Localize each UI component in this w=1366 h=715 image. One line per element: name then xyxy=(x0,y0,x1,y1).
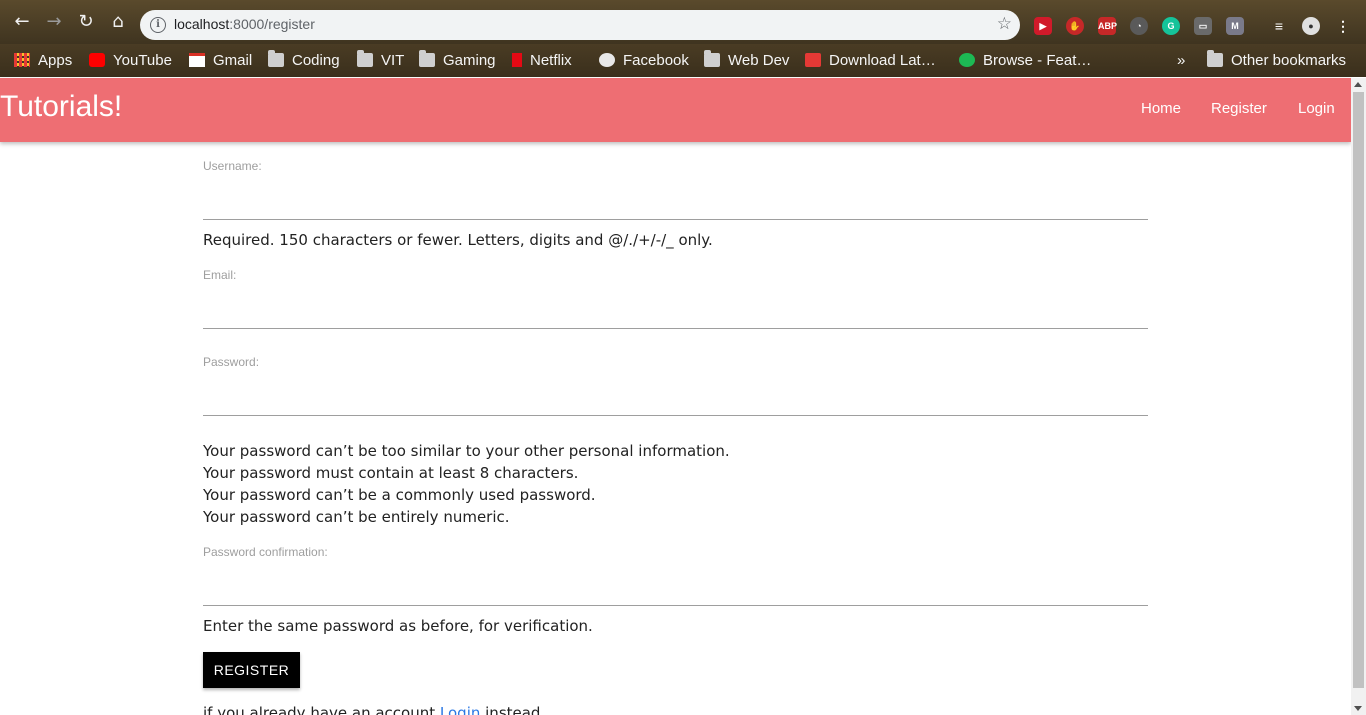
bookmark-label: Download Lat… xyxy=(829,52,936,69)
scroll-down-icon[interactable] xyxy=(1354,706,1362,711)
bookmark-label: YouTube xyxy=(113,52,172,69)
bookmark-gmail[interactable]: Gmail xyxy=(189,51,252,71)
folder-icon xyxy=(357,50,373,67)
nav-link-login[interactable]: Login xyxy=(1298,100,1335,117)
g-logo-icon xyxy=(805,53,821,67)
bookmark-label: Apps xyxy=(38,52,73,69)
password-help-2: Your password must contain at least 8 ch… xyxy=(203,464,579,482)
scroll-thumb[interactable] xyxy=(1353,92,1364,688)
password-label: Password: xyxy=(203,355,260,369)
site-navbar: Tutorials! Home Register Login xyxy=(0,78,1351,142)
bookmark-label: Other bookmarks xyxy=(1231,52,1347,69)
bookmark-label: Netflix xyxy=(530,52,572,69)
bookmark-star-icon[interactable]: ☆ xyxy=(997,14,1012,34)
url-path: :8000/register xyxy=(229,16,315,32)
register-button[interactable]: REGISTER xyxy=(203,652,300,688)
login-prompt: if you already have an account Login ins… xyxy=(203,704,540,715)
folder-icon xyxy=(268,50,284,67)
back-icon[interactable]: ← xyxy=(10,10,34,34)
other-bookmarks[interactable]: Other bookmarks xyxy=(1207,50,1347,71)
bookmark-netflix[interactable]: Netflix xyxy=(512,51,572,71)
bookmark-label: VIT xyxy=(381,52,405,69)
email-label: Email: xyxy=(203,268,237,282)
media-queue-icon[interactable]: ≡ xyxy=(1270,17,1288,35)
folder-icon xyxy=(704,50,720,67)
scroll-up-icon[interactable] xyxy=(1354,82,1362,87)
address-bar[interactable]: i localhost:8000/register ☆ xyxy=(140,10,1020,40)
login-link[interactable]: Login xyxy=(440,704,480,715)
extension-icon[interactable]: ▶ xyxy=(1034,17,1052,35)
apps-grid-icon xyxy=(14,53,30,67)
forward-icon[interactable]: → xyxy=(42,10,66,34)
bookmark-label: Gmail xyxy=(213,52,253,69)
abp-icon[interactable]: ABP xyxy=(1098,17,1117,35)
youtube-icon xyxy=(89,53,105,67)
profile-avatar[interactable]: ● xyxy=(1302,17,1320,35)
username-help: Required. 150 characters or fewer. Lette… xyxy=(203,231,713,249)
grammarly-icon[interactable]: G xyxy=(1162,17,1180,35)
bookmark-facebook[interactable]: Facebook xyxy=(599,51,689,71)
cast-icon[interactable]: ▭ xyxy=(1194,17,1212,35)
bookmark-spotify[interactable]: Browse - Feat… xyxy=(959,51,1091,71)
bookmark-label: Web Dev xyxy=(728,52,790,69)
bookmarks-bar: Apps YouTube Gmail Coding VIT Gaming Net… xyxy=(0,44,1366,77)
browser-toolbar: ← → ↻ ⌂ i localhost:8000/register ☆ ▶ ✋ … xyxy=(0,0,1366,44)
password-help-1: Your password can’t be too similar to yo… xyxy=(203,442,730,460)
bookmark-webdev[interactable]: Web Dev xyxy=(704,50,790,71)
bookmark-label: Coding xyxy=(292,52,340,69)
password-help-4: Your password can’t be entirely numeric. xyxy=(203,508,510,526)
bookmark-apps[interactable]: Apps xyxy=(14,51,72,71)
login-prompt-suffix: instead xyxy=(480,704,541,715)
nav-link-home[interactable]: Home xyxy=(1141,100,1181,117)
bookmark-youtube[interactable]: YouTube xyxy=(89,51,172,71)
extension-m-icon[interactable]: M xyxy=(1226,17,1244,35)
email-input[interactable] xyxy=(203,299,1148,329)
adblock-hand-icon[interactable]: ✋ xyxy=(1066,17,1084,35)
bookmark-coding[interactable]: Coding xyxy=(268,50,340,71)
login-prompt-prefix: if you already have an account xyxy=(203,704,440,715)
home-icon[interactable]: ⌂ xyxy=(106,10,130,34)
bookmark-label: Browse - Feat… xyxy=(983,52,1092,69)
folder-icon xyxy=(419,50,435,67)
gmail-icon xyxy=(189,53,205,67)
password-confirm-input[interactable] xyxy=(203,576,1148,606)
reload-icon[interactable]: ↻ xyxy=(74,10,98,34)
password-help-3: Your password can’t be a commonly used p… xyxy=(203,486,596,504)
url-host: localhost xyxy=(174,16,230,32)
password-confirm-help: Enter the same password as before, for v… xyxy=(203,617,593,635)
bookmark-gaming[interactable]: Gaming xyxy=(419,50,496,71)
menu-icon[interactable]: ⋮ xyxy=(1334,17,1352,35)
brand-logo[interactable]: Tutorials! xyxy=(0,90,122,124)
username-input[interactable] xyxy=(203,190,1148,220)
bookmark-label: Facebook xyxy=(623,52,689,69)
password-input[interactable] xyxy=(203,386,1148,416)
info-icon[interactable]: i xyxy=(150,17,166,33)
bookmark-download[interactable]: Download Lat… xyxy=(805,51,936,71)
username-label: Username: xyxy=(203,159,262,173)
bookmark-label: Gaming xyxy=(443,52,496,69)
nav-link-register[interactable]: Register xyxy=(1211,100,1267,117)
spotify-icon xyxy=(959,53,975,67)
globe-icon xyxy=(599,53,615,67)
password-confirm-label: Password confirmation: xyxy=(203,545,328,559)
netflix-icon xyxy=(512,53,522,67)
bookmark-vit[interactable]: VIT xyxy=(357,50,405,71)
extension-icon[interactable]: ◔ xyxy=(1130,17,1148,35)
folder-icon xyxy=(1207,50,1223,67)
page-scrollbar[interactable] xyxy=(1351,78,1366,715)
bookmarks-overflow-icon[interactable]: » xyxy=(1177,51,1185,71)
